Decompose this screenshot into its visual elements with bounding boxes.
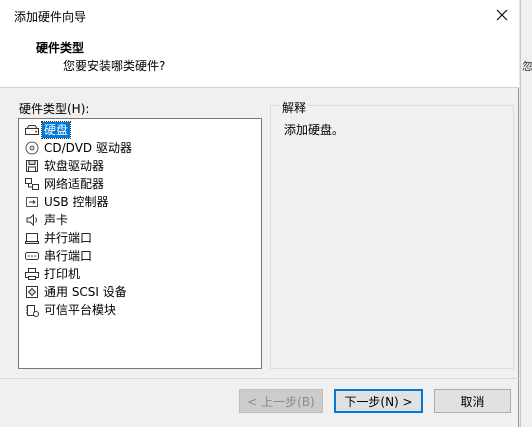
floppy-icon	[24, 158, 40, 174]
hardware-list-item[interactable]: 打印机	[24, 265, 82, 283]
hardware-list-item-label: 串行端口	[44, 249, 93, 263]
hardware-list-item[interactable]: USB 控制器	[24, 193, 110, 211]
hardware-list-item[interactable]: 可信平台模块	[24, 301, 118, 319]
close-icon	[496, 9, 508, 21]
footer-separator	[0, 378, 519, 379]
hardware-list-item[interactable]: 声卡	[24, 211, 70, 229]
network-adapter-icon	[24, 176, 40, 192]
hardware-list-item[interactable]: 通用 SCSI 设备	[24, 283, 129, 301]
hardware-list-item-label: CD/DVD 驱动器	[44, 141, 132, 155]
hardware-list-item[interactable]: 串行端口	[24, 247, 94, 265]
hardware-list-item-label: 网络适配器	[44, 177, 105, 191]
hardware-list-item[interactable]: CD/DVD 驱动器	[24, 139, 134, 157]
page-subtitle: 您要安装哪类硬件?	[63, 59, 166, 73]
hard-disk-icon	[24, 122, 40, 138]
hardware-list-item[interactable]: 硬盘	[24, 121, 72, 139]
hardware-list-item[interactable]: 并行端口	[24, 229, 94, 247]
wizard-header: 硬件类型 您要安装哪类硬件?	[0, 30, 519, 88]
add-hardware-wizard-dialog: 添加硬件向导 硬件类型 您要安装哪类硬件? 硬件类型(H): 硬盘 CD/DVD …	[0, 0, 519, 427]
hardware-list-item[interactable]: 软盘驱动器	[24, 157, 106, 175]
scsi-icon	[24, 284, 40, 300]
serial-port-icon	[24, 248, 40, 264]
close-button[interactable]	[491, 4, 513, 26]
back-button[interactable]: < 上一步(B)	[239, 389, 323, 413]
cancel-button[interactable]: 取消	[434, 389, 511, 413]
printer-icon	[24, 266, 40, 282]
explanation-text: 添加硬盘。	[284, 123, 345, 137]
parallel-port-icon	[24, 230, 40, 246]
cd-dvd-icon	[24, 140, 40, 156]
hardware-list-item-label: 硬盘	[40, 121, 72, 139]
hardware-list-item-label: 打印机	[44, 267, 81, 281]
next-button[interactable]: 下一步(N) >	[334, 389, 423, 413]
window-title: 添加硬件向导	[14, 10, 87, 24]
title-bar: 添加硬件向导	[0, 0, 519, 30]
tpm-icon	[24, 302, 40, 318]
usb-icon	[24, 194, 40, 210]
hardware-list-item-label: 声卡	[44, 213, 69, 227]
hardware-list-item-label: USB 控制器	[44, 195, 109, 209]
hardware-list-item-label: 可信平台模块	[44, 303, 117, 317]
page-title: 硬件类型	[36, 41, 85, 55]
explanation-group	[270, 105, 514, 369]
speaker-icon	[24, 212, 40, 228]
background-text-fragment-right: 忽	[522, 60, 532, 73]
hardware-list-item[interactable]: 网络适配器	[24, 175, 106, 193]
hardware-type-label: 硬件类型(H):	[19, 102, 90, 116]
hardware-list-item-label: 通用 SCSI 设备	[44, 285, 127, 299]
explanation-label: 解释	[280, 99, 309, 116]
hardware-type-list[interactable]: 硬盘 CD/DVD 驱动器 软盘驱动器网络适配器 USB 控制器 声卡并行端口串行端口打…	[18, 118, 262, 369]
hardware-list-item-label: 软盘驱动器	[44, 159, 105, 173]
hardware-list-item-label: 并行端口	[44, 231, 93, 245]
